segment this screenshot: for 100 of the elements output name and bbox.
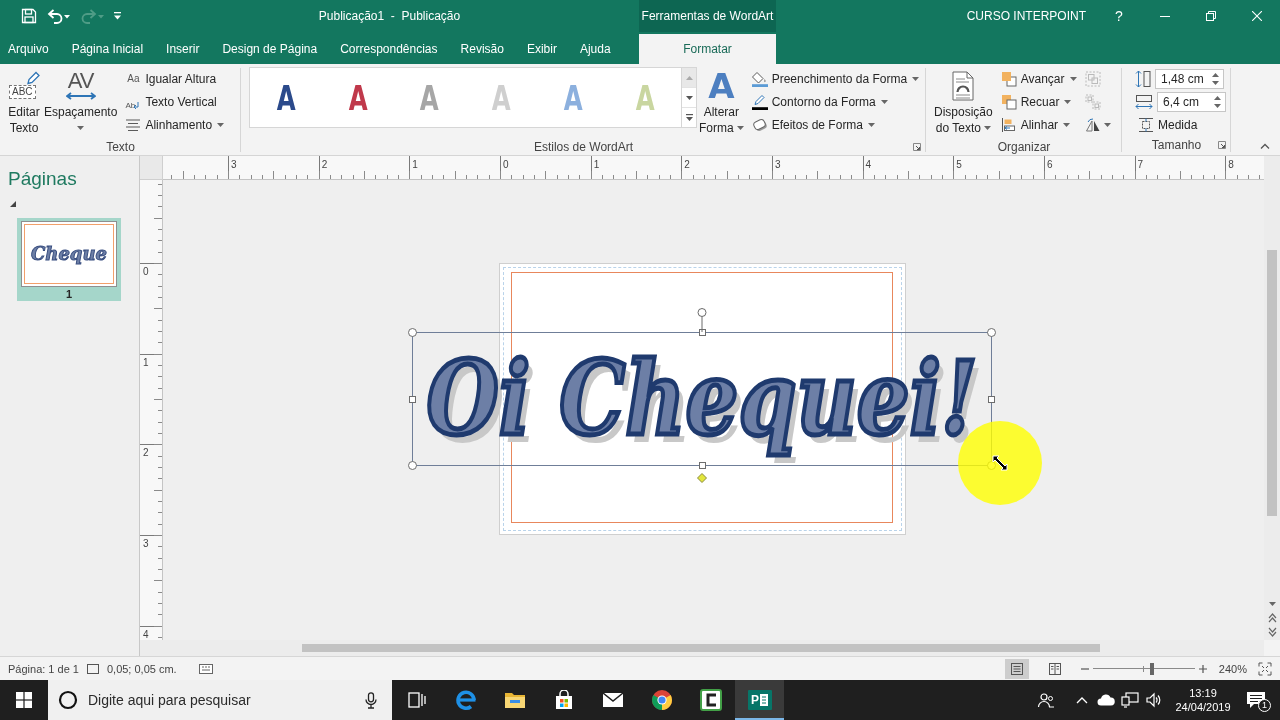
- ruler-number: 0: [143, 266, 149, 277]
- collapse-triangle-icon[interactable]: [10, 201, 16, 207]
- restore-icon[interactable]: [1206, 11, 1216, 21]
- ruler-number: 1: [593, 159, 600, 170]
- rotate-handle[interactable]: [697, 308, 707, 332]
- document-wrap-icon: [950, 71, 977, 101]
- edit-text-button[interactable]: ABC Editar Texto: [6, 67, 42, 139]
- customize-toolbar-icon[interactable]: [113, 12, 122, 20]
- object-position-icon: [86, 663, 99, 674]
- ribbon-tab[interactable]: Inserir: [154, 34, 211, 64]
- clock-date[interactable]: 24/04/2019: [1175, 700, 1231, 714]
- letter-shape-icon: A: [708, 70, 735, 102]
- bring-forward-button[interactable]: Avançar: [997, 67, 1080, 90]
- group-label: Estilos de WordArt: [533, 139, 634, 154]
- ruler-number: 1: [412, 159, 418, 170]
- equal-height-icon: Aa: [125, 70, 142, 87]
- ruler-number: 5: [956, 159, 962, 170]
- align-lines-icon: [125, 117, 142, 132]
- scrollbar-thumb[interactable]: [1267, 250, 1277, 516]
- previous-page-icon[interactable]: [1267, 611, 1277, 625]
- network-icon[interactable]: [1121, 692, 1139, 708]
- equal-height-button[interactable]: Aa Igualar Altura: [122, 67, 228, 90]
- ruler-number: 3: [774, 159, 781, 170]
- align-objects-button[interactable]: Alinhar: [997, 113, 1080, 136]
- wrap-text-button[interactable]: Disposição do Texto: [932, 67, 995, 139]
- single-page-view-button[interactable]: [1004, 658, 1029, 679]
- window-title: Publicação1 - Publicação: [318, 9, 461, 23]
- shape-effects-button[interactable]: Efeitos de Forma: [748, 113, 923, 136]
- taskbar-app-button[interactable]: P: [735, 680, 784, 720]
- ribbon-tab[interactable]: Ajuda: [568, 34, 623, 64]
- vertical-scrollbar[interactable]: [1264, 156, 1280, 640]
- shape-outline-button[interactable]: Contorno da Forma: [748, 90, 923, 113]
- shape-width-field[interactable]: 6,4 cm: [1157, 91, 1226, 112]
- page-thumbnail[interactable]: Cheque 1: [17, 218, 121, 301]
- send-backward-button[interactable]: Recuar: [997, 90, 1080, 113]
- ring-browser-icon: [650, 689, 673, 711]
- measure-button[interactable]: Medida: [1135, 113, 1226, 136]
- fit-page-icon[interactable]: [1258, 661, 1272, 676]
- zoom-level[interactable]: 240%: [1218, 662, 1247, 675]
- account-name[interactable]: CURSO INTERPOINT: [966, 9, 1086, 23]
- next-page-icon[interactable]: [1267, 625, 1277, 639]
- horizontal-scrollbar[interactable]: [140, 640, 1264, 656]
- change-shape-button[interactable]: A Alterar Forma: [697, 67, 746, 139]
- ribbon-tab[interactable]: Página Inicial: [60, 34, 155, 64]
- ribbon-tab[interactable]: Formatar: [639, 34, 776, 64]
- resize-handle[interactable]: [698, 329, 706, 336]
- cloud-icon[interactable]: [1097, 694, 1115, 706]
- dialog-launcher-icon[interactable]: [913, 142, 921, 151]
- ribbon-tab[interactable]: Arquivo: [0, 34, 61, 64]
- ruler-number: 7: [1137, 159, 1144, 170]
- spinner-icon[interactable]: [1212, 71, 1219, 86]
- ribbon-tab[interactable]: Design de Página: [210, 34, 329, 64]
- scrollbar-thumb[interactable]: [302, 644, 1100, 652]
- ring-icon: [58, 690, 78, 710]
- resize-handle[interactable]: [988, 395, 995, 403]
- resize-handle[interactable]: [408, 328, 417, 337]
- macro-record-icon[interactable]: [198, 663, 213, 674]
- volume-icon[interactable]: [1145, 692, 1163, 708]
- microphone-icon[interactable]: [365, 691, 377, 709]
- wordart-style-option[interactable]: A: [321, 68, 394, 127]
- spinner-icon[interactable]: [1214, 94, 1221, 109]
- help-button[interactable]: ?: [1096, 0, 1142, 32]
- bracket-tile-icon: [699, 689, 722, 711]
- shape-fill-button[interactable]: Preenchimento da Forma: [748, 67, 923, 90]
- resize-handle[interactable]: [698, 462, 706, 469]
- paint-bucket-icon: [751, 70, 768, 87]
- undo-icon[interactable]: [45, 8, 71, 24]
- people-icon[interactable]: [1037, 692, 1055, 708]
- ribbon-tab[interactable]: Correspondências: [328, 34, 450, 64]
- start-menu-icon[interactable]: [16, 692, 32, 708]
- close-icon[interactable]: [1252, 11, 1262, 21]
- ribbon-tab[interactable]: Exibir: [515, 34, 569, 64]
- wordart-style-option[interactable]: A: [250, 68, 322, 127]
- resize-handle[interactable]: [408, 461, 417, 470]
- adjustment-handle[interactable]: [697, 473, 707, 483]
- shape-height-icon: [1135, 69, 1151, 88]
- chevron-up-icon[interactable]: [1076, 696, 1088, 704]
- page-count: Página: 1 de 1: [8, 662, 79, 675]
- ribbon-tab[interactable]: Revisão: [449, 34, 516, 64]
- notification-count: 1: [1258, 699, 1271, 712]
- measure-icon: [1138, 116, 1154, 133]
- app-tile-icon: P: [747, 690, 772, 710]
- save-icon[interactable]: [21, 8, 37, 24]
- zoom-in-icon[interactable]: [1198, 664, 1207, 673]
- clock-time[interactable]: 13:19: [1189, 686, 1217, 700]
- dialog-launcher-icon[interactable]: [1218, 140, 1226, 149]
- resize-handle[interactable]: [987, 328, 996, 337]
- zoom-slider-thumb[interactable]: [1150, 662, 1154, 675]
- ruler-number: 2: [684, 159, 690, 170]
- align-text-button[interactable]: Alinhamento: [122, 113, 228, 136]
- shopping-bag-icon: [553, 690, 574, 710]
- ruler-number: 4: [865, 159, 872, 170]
- spacing-button[interactable]: AV Espaçamento: [42, 67, 120, 139]
- group-label: Organizar: [997, 139, 1051, 154]
- search-field[interactable]: Digite aqui para pesquisar: [48, 680, 392, 720]
- collapse-ribbon-icon[interactable]: [1260, 143, 1270, 149]
- resize-handle[interactable]: [409, 395, 416, 403]
- shape-height-field[interactable]: 1,48 cm: [1155, 68, 1224, 89]
- layers-backward-icon: [1000, 93, 1017, 110]
- group-objects-icon: [1084, 70, 1101, 87]
